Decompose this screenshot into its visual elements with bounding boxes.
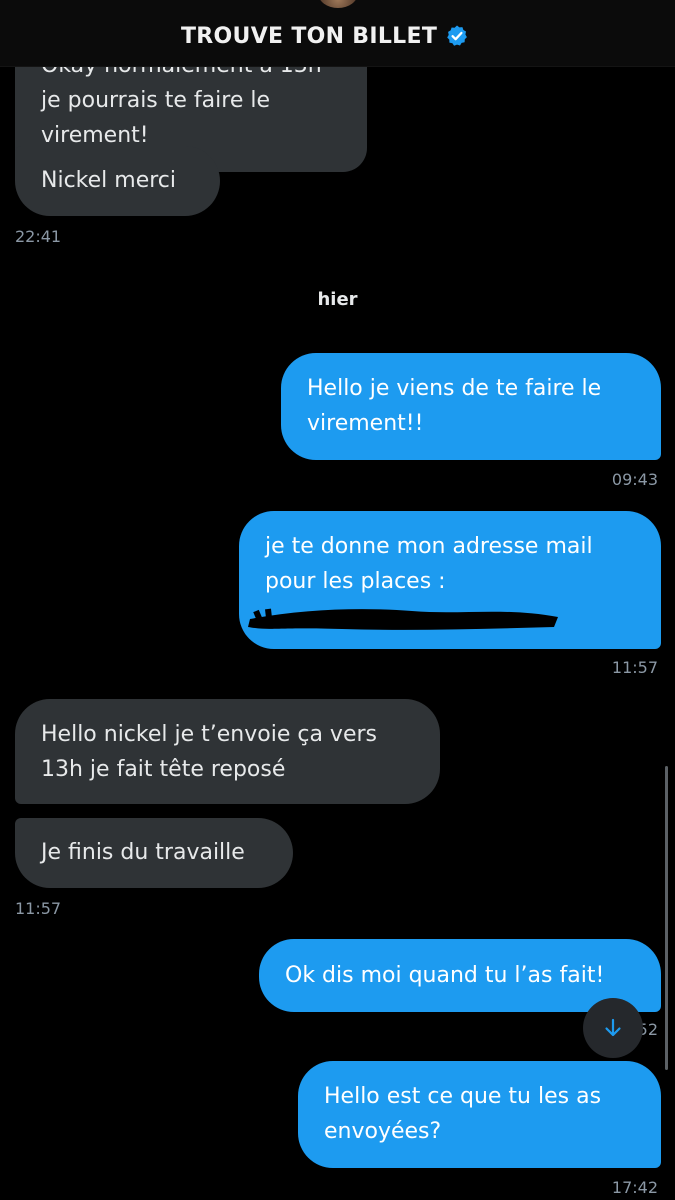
message-bubble-outgoing[interactable]: Hello je viens de te faire le virement!! [281, 353, 661, 460]
message-bubble-incoming[interactable]: Nickel merci [15, 146, 220, 216]
chat-header: TROUVE TON BILLET [0, 0, 675, 67]
message-timestamp: 09:43 [611, 470, 658, 489]
message-timestamp: 17:42 [611, 1178, 658, 1197]
avatar[interactable] [318, 0, 358, 8]
conversation-name: TROUVE TON BILLET [181, 23, 438, 49]
conversation-title[interactable]: TROUVE TON BILLET [181, 20, 469, 52]
message-timestamp: 22:41 [15, 227, 62, 246]
message-timestamp: 11:57 [15, 899, 62, 918]
message-bubble-incoming[interactable]: Hello nickel je t’envoie ça vers 13h je … [15, 699, 440, 804]
email-redaction-scribble [248, 608, 558, 630]
message-bubble-incoming[interactable]: Je finis du travaille [15, 818, 293, 888]
arrow-down-icon [605, 1018, 621, 1037]
scrollbar[interactable] [665, 766, 668, 1070]
day-separator: hier [317, 289, 358, 310]
message-bubble-outgoing[interactable]: Hello est ce que tu les as envoyées? [298, 1061, 661, 1168]
message-timestamp: 11:57 [611, 658, 658, 677]
verified-badge-icon [447, 25, 468, 46]
scroll-to-bottom-button[interactable] [583, 998, 643, 1058]
